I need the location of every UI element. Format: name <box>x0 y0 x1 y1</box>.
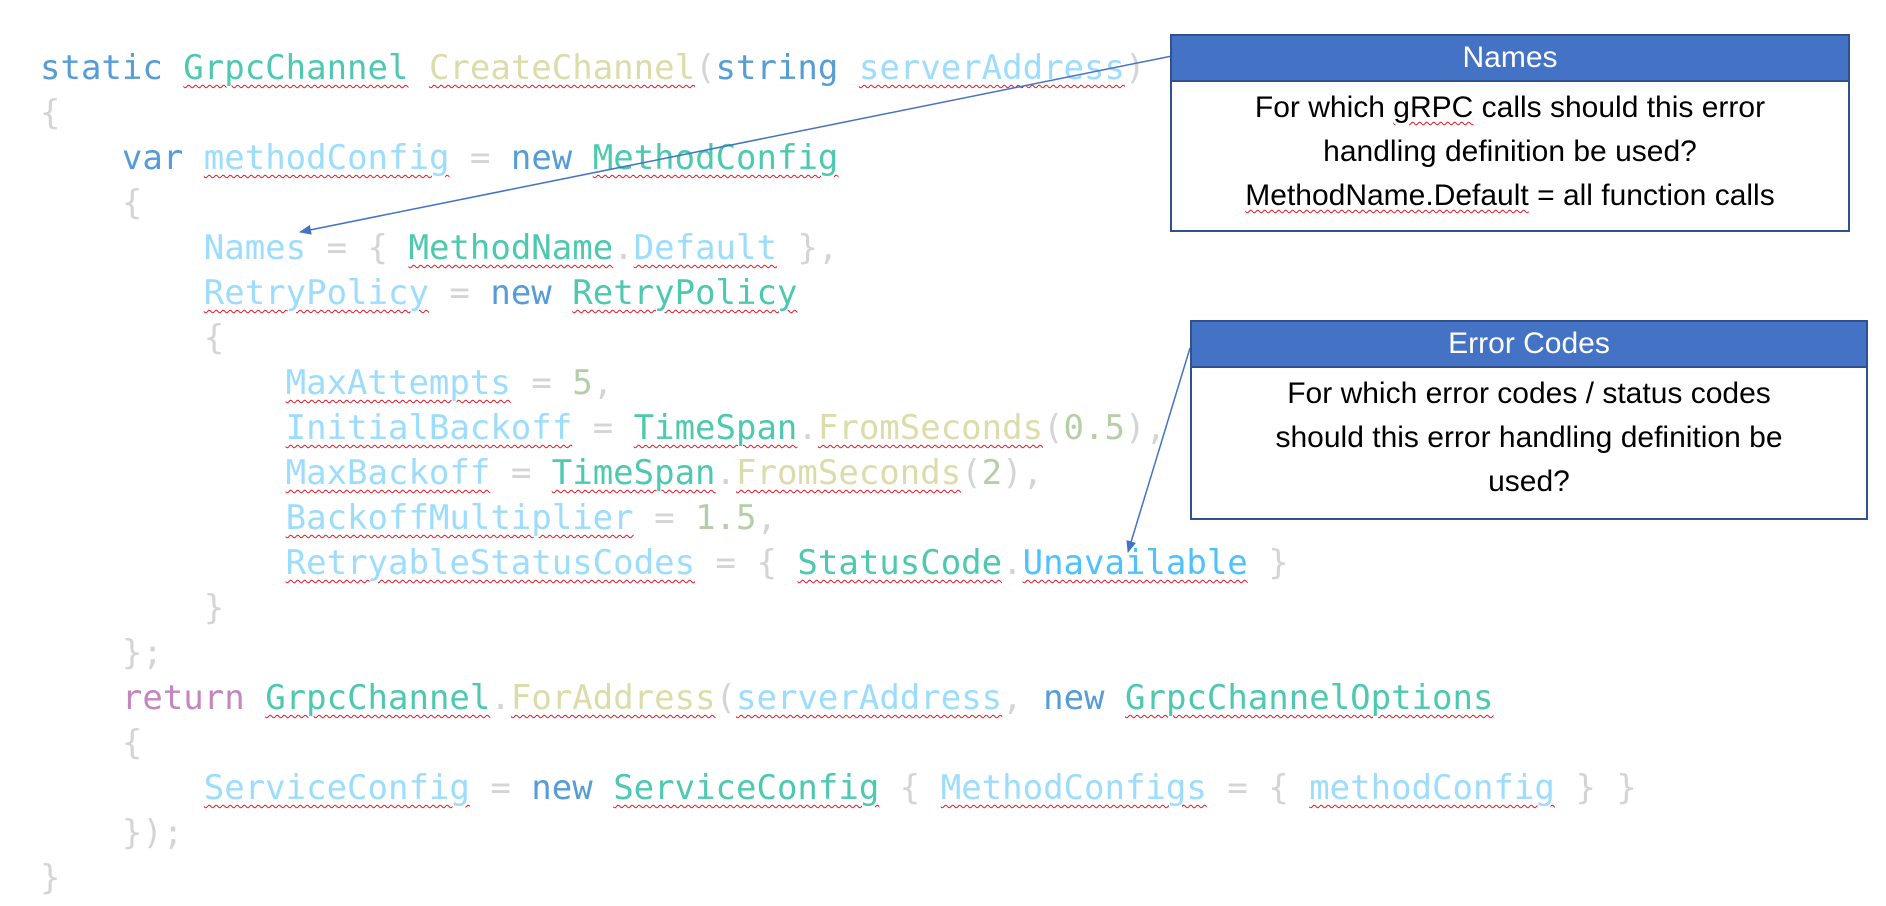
callout-body-line: handling definition be used? <box>1186 130 1834 174</box>
error-codes-callout: Error Codes For which error codes / stat… <box>1190 320 1868 520</box>
error-codes-callout-body: For which error codes / status codes shou… <box>1192 368 1866 512</box>
callout-body-line: used? <box>1206 460 1852 504</box>
names-callout: Names For which gRPC calls should this e… <box>1170 34 1850 232</box>
callout-text: MethodName.Default <box>1245 179 1529 212</box>
names-arrow <box>299 55 1173 235</box>
callout-text: calls should this error <box>1473 91 1766 124</box>
callout-body-line: should this error handling definition be <box>1206 416 1852 460</box>
callout-text: For which error codes / status codes <box>1287 377 1771 410</box>
names-callout-title: Names <box>1172 36 1848 82</box>
callout-body-line: MethodName.Default = all function calls <box>1186 174 1834 218</box>
callout-text: used? <box>1488 465 1570 498</box>
error-codes-callout-title: Error Codes <box>1192 322 1866 368</box>
callout-text: should this error handling definition be <box>1275 421 1783 454</box>
error-codes-arrow <box>1126 347 1191 553</box>
callout-text: handling definition be used? <box>1323 135 1697 168</box>
callout-text: gRPC <box>1393 91 1474 124</box>
callout-body-line: For which gRPC calls should this error <box>1186 86 1834 130</box>
callout-body-line: For which error codes / status codes <box>1206 372 1852 416</box>
names-callout-body: For which gRPC calls should this error ha… <box>1172 82 1848 226</box>
callout-text: For which <box>1254 91 1394 124</box>
callout-text: = all function calls <box>1528 179 1775 212</box>
